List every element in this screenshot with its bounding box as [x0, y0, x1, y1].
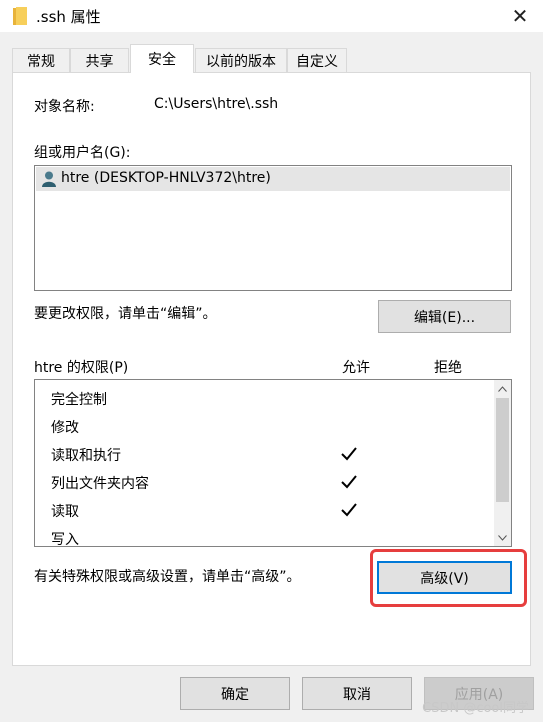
user-list[interactable]: htre (DESKTOP-HNLV372\htre) — [34, 165, 512, 291]
permissions-list[interactable]: 完全控制 修改 读取和执行 列出文件夹内容 读取 写入 — [34, 379, 512, 548]
permissions-header: htre 的权限(P) — [34, 360, 129, 376]
tab-security[interactable]: 安全 — [130, 44, 194, 73]
tab-previous-versions[interactable]: 以前的版本 — [195, 48, 287, 72]
allow-check-icon — [341, 447, 357, 461]
group-user-label: 组或用户名(G): — [34, 145, 131, 161]
deny-header: 拒绝 — [434, 360, 462, 376]
scroll-down-icon[interactable] — [494, 529, 511, 546]
scroll-up-icon[interactable] — [494, 380, 511, 397]
allow-check-icon — [341, 503, 357, 517]
user-name: htre (DESKTOP-HNLV372\htre) — [61, 170, 271, 186]
edit-button[interactable]: 编辑(E)... — [378, 300, 511, 333]
user-icon — [42, 171, 56, 187]
folder-icon — [13, 7, 27, 25]
cancel-button[interactable]: 取消 — [302, 677, 412, 710]
highlight-box — [370, 549, 527, 607]
allow-header: 允许 — [342, 360, 370, 376]
tab-general[interactable]: 常规 — [12, 48, 70, 72]
window-title: .ssh 属性 — [36, 8, 101, 26]
tab-customize[interactable]: 自定义 — [287, 48, 347, 72]
permission-row-list-folder: 列出文件夹内容 — [51, 476, 149, 492]
allow-check-icon — [341, 475, 357, 489]
permissions-scrollbar[interactable] — [494, 380, 511, 546]
permission-row-read-execute: 读取和执行 — [51, 448, 121, 464]
ok-button[interactable]: 确定 — [180, 677, 290, 710]
scroll-thumb[interactable] — [496, 398, 509, 502]
advanced-hint: 有关特殊权限或高级设置，请单击“高级”。 — [34, 569, 301, 585]
permission-row-read: 读取 — [51, 504, 79, 520]
object-name-value: C:\Users\htre\.ssh — [154, 96, 279, 112]
permission-row-write: 写入 — [51, 532, 79, 548]
permission-row-modify: 修改 — [51, 420, 79, 436]
close-button[interactable]: ✕ — [497, 0, 543, 32]
title-bar: .ssh 属性 ✕ — [0, 0, 543, 32]
watermark: CSDN @cool同学 — [422, 701, 529, 716]
list-item[interactable]: htre (DESKTOP-HNLV372\htre) — [36, 167, 510, 191]
edit-hint: 要更改权限，请单击“编辑”。 — [34, 306, 217, 322]
object-name-label: 对象名称: — [34, 99, 95, 115]
tab-sharing[interactable]: 共享 — [70, 48, 129, 72]
permission-row-full-control: 完全控制 — [51, 392, 107, 408]
close-icon: ✕ — [511, 4, 529, 28]
